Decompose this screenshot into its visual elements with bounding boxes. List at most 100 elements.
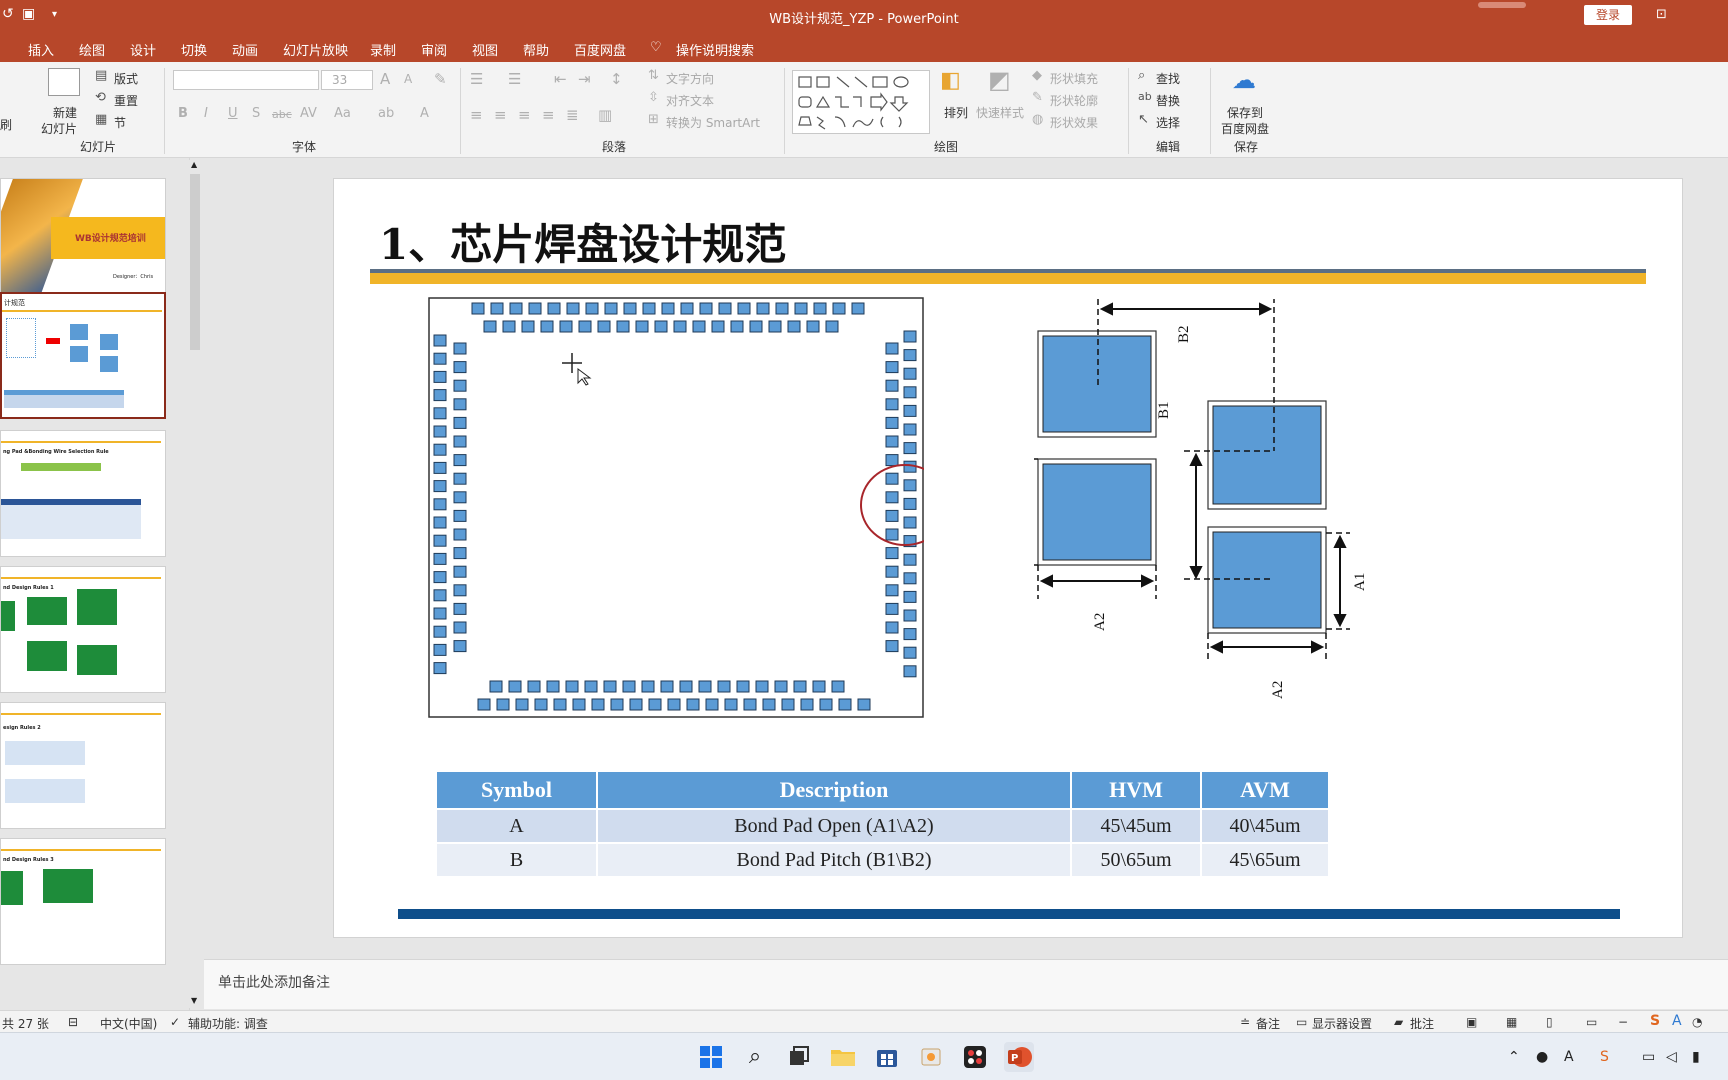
layout-button[interactable]: 版式 bbox=[114, 70, 138, 87]
ribbon-display-icon[interactable]: ⊡ bbox=[1656, 7, 1667, 22]
network-icon[interactable]: ▭ bbox=[1642, 1049, 1655, 1065]
sogou-icon[interactable]: S bbox=[1600, 1049, 1609, 1065]
replace-button[interactable]: 替换 bbox=[1156, 92, 1180, 109]
scroll-down-icon[interactable]: ▼ bbox=[191, 996, 197, 1005]
chip-pad-layout[interactable] bbox=[428, 297, 924, 719]
save-baidu-label-1[interactable]: 保存到 bbox=[1227, 104, 1263, 121]
tab-help[interactable]: 帮助 bbox=[523, 40, 549, 59]
ime-logo-icon[interactable]: S bbox=[1650, 1013, 1660, 1029]
notes-placeholder[interactable]: 单击此处添加备注 bbox=[218, 972, 330, 992]
justify-icon[interactable]: ≡ bbox=[542, 106, 555, 124]
distributed-icon[interactable]: ≣ bbox=[566, 106, 579, 124]
tray-expand-icon[interactable]: ⌃ bbox=[1508, 1049, 1520, 1065]
text-direction-button[interactable]: 文字方向 bbox=[666, 70, 714, 87]
italic-icon[interactable]: I bbox=[204, 106, 208, 121]
reset-button[interactable]: 重置 bbox=[114, 92, 138, 109]
slide-sorter-icon[interactable]: ▦ bbox=[1506, 1015, 1517, 1029]
language-status[interactable]: 中文(中国) bbox=[100, 1015, 157, 1032]
tab-view[interactable]: 视图 bbox=[472, 40, 498, 59]
search-icon[interactable]: ⌕ bbox=[740, 1042, 770, 1072]
store-icon[interactable] bbox=[872, 1042, 902, 1072]
microphone-icon[interactable]: ● bbox=[1536, 1049, 1548, 1065]
ime-mode-icon[interactable]: A bbox=[1672, 1013, 1682, 1029]
select-button[interactable]: 选择 bbox=[1156, 114, 1180, 131]
accessibility-status[interactable]: 辅助功能: 调查 bbox=[188, 1015, 268, 1032]
new-slide-icon[interactable] bbox=[48, 68, 80, 96]
tab-design[interactable]: 设计 bbox=[130, 40, 156, 59]
slide-thumbnail-6[interactable]: nd Design Rules 3 bbox=[0, 838, 166, 965]
thumbnail-scrollbar[interactable]: ▲ ▼ bbox=[188, 160, 202, 1008]
app-icon[interactable] bbox=[960, 1042, 990, 1072]
shrink-font-icon[interactable]: A bbox=[404, 72, 412, 86]
bond-pad-spec-table[interactable]: Symbol Description HVM AVM A Bond Pad Op… bbox=[435, 770, 1330, 878]
save-baidu-label-2[interactable]: 百度网盘 bbox=[1221, 120, 1269, 137]
slide-thumbnail-2[interactable]: 计规范 bbox=[0, 292, 166, 419]
smartart-button[interactable]: 转换为 SmartArt bbox=[666, 114, 760, 131]
align-left-icon[interactable]: ≡ bbox=[470, 106, 483, 124]
slide-canvas[interactable]: 1、芯片焊盘设计规范 B2 B1 A1 A2 A2 Symbol Descrip… bbox=[333, 178, 1683, 938]
tab-slideshow[interactable]: 幻灯片放映 bbox=[283, 40, 348, 59]
slide-thumbnail-1[interactable]: WB设计规范培训 Designer：Chris bbox=[0, 178, 166, 305]
new-slide-label-2[interactable]: 幻灯片 bbox=[41, 120, 77, 137]
new-slide-label[interactable]: 新建 bbox=[53, 104, 77, 121]
shape-outline-button[interactable]: 形状轮廓 bbox=[1050, 92, 1098, 109]
comments-toggle[interactable]: 批注 bbox=[1410, 1015, 1434, 1032]
bold-icon[interactable]: B bbox=[178, 106, 188, 121]
reading-view-icon[interactable]: ▯ bbox=[1546, 1015, 1553, 1029]
clear-format-icon[interactable]: ✎ bbox=[434, 70, 447, 88]
section-button[interactable]: 节 bbox=[114, 114, 126, 131]
align-text-button[interactable]: 对齐文本 bbox=[666, 92, 714, 109]
task-view-icon[interactable] bbox=[784, 1042, 814, 1072]
change-case-icon[interactable]: Aa bbox=[334, 106, 351, 121]
font-name-box[interactable] bbox=[173, 70, 319, 90]
normal-view-icon[interactable]: ▣ bbox=[1466, 1015, 1477, 1029]
find-button[interactable]: 查找 bbox=[1156, 70, 1180, 87]
decrease-indent-icon[interactable]: ⇤ bbox=[554, 70, 567, 88]
strikethrough-icon[interactable]: abc bbox=[272, 108, 292, 121]
tab-transitions[interactable]: 切换 bbox=[181, 40, 207, 59]
slide-thumbnail-3[interactable]: ng Pad &Bonding Wire Selection Rule bbox=[0, 430, 166, 557]
ime-settings-icon[interactable]: ◔ bbox=[1692, 1015, 1702, 1029]
notes-pane[interactable]: 单击此处添加备注 bbox=[204, 959, 1728, 1009]
zoom-out-icon[interactable]: − bbox=[1618, 1015, 1628, 1029]
columns-icon[interactable]: ▥ bbox=[598, 106, 612, 124]
display-settings[interactable]: 显示器设置 bbox=[1312, 1015, 1372, 1032]
login-button[interactable]: 登录 bbox=[1584, 5, 1632, 25]
bullets-icon[interactable]: ☰ bbox=[470, 70, 483, 88]
align-right-icon[interactable]: ≡ bbox=[518, 106, 531, 124]
numbering-icon[interactable]: ☰ bbox=[508, 70, 521, 88]
tell-me-search[interactable]: 操作说明搜索 bbox=[676, 40, 754, 59]
tab-record[interactable]: 录制 bbox=[370, 40, 396, 59]
volume-icon[interactable]: ◁ bbox=[1666, 1049, 1677, 1065]
shadow-icon[interactable]: S bbox=[252, 106, 260, 121]
shape-effects-button[interactable]: 形状效果 bbox=[1050, 114, 1098, 131]
font-size-box[interactable]: 33 bbox=[321, 70, 373, 90]
slide-thumbnail-5[interactable]: esign Rules 2 bbox=[0, 702, 166, 829]
highlight-icon[interactable]: ab bbox=[378, 106, 394, 121]
shape-fill-button[interactable]: 形状填充 bbox=[1050, 70, 1098, 87]
align-center-icon[interactable]: ≡ bbox=[494, 106, 507, 124]
underline-icon[interactable]: U bbox=[228, 106, 238, 121]
shapes-gallery[interactable] bbox=[792, 70, 930, 134]
slide-title[interactable]: 1、芯片焊盘设计规范 bbox=[379, 211, 786, 272]
quick-styles-button[interactable]: 快速样式 bbox=[976, 104, 1024, 121]
grow-font-icon[interactable]: A bbox=[380, 70, 390, 88]
char-spacing-icon[interactable]: AV bbox=[300, 106, 317, 121]
powerpoint-icon[interactable]: P bbox=[1004, 1042, 1034, 1072]
slideshow-view-icon[interactable]: ▭ bbox=[1586, 1015, 1597, 1029]
font-color-icon[interactable]: A bbox=[420, 106, 429, 121]
tab-draw[interactable]: 绘图 bbox=[79, 40, 105, 59]
tab-baidu[interactable]: 百度网盘 bbox=[574, 40, 626, 59]
battery-icon[interactable]: ▮ bbox=[1692, 1049, 1700, 1065]
tab-review[interactable]: 审阅 bbox=[421, 40, 447, 59]
slide-thumbnail-4[interactable]: nd Design Rules 1 bbox=[0, 566, 166, 693]
tab-animations[interactable]: 动画 bbox=[232, 40, 258, 59]
increase-indent-icon[interactable]: ⇥ bbox=[578, 70, 591, 88]
photos-app-icon[interactable] bbox=[916, 1042, 946, 1072]
tab-insert[interactable]: 插入 bbox=[28, 40, 54, 59]
scrollbar-thumb[interactable] bbox=[190, 174, 200, 350]
spellcheck-icon[interactable]: ⊟ bbox=[68, 1015, 78, 1029]
start-icon[interactable] bbox=[696, 1042, 726, 1072]
arrange-button[interactable]: 排列 bbox=[944, 104, 968, 121]
notes-toggle[interactable]: 备注 bbox=[1256, 1015, 1280, 1032]
